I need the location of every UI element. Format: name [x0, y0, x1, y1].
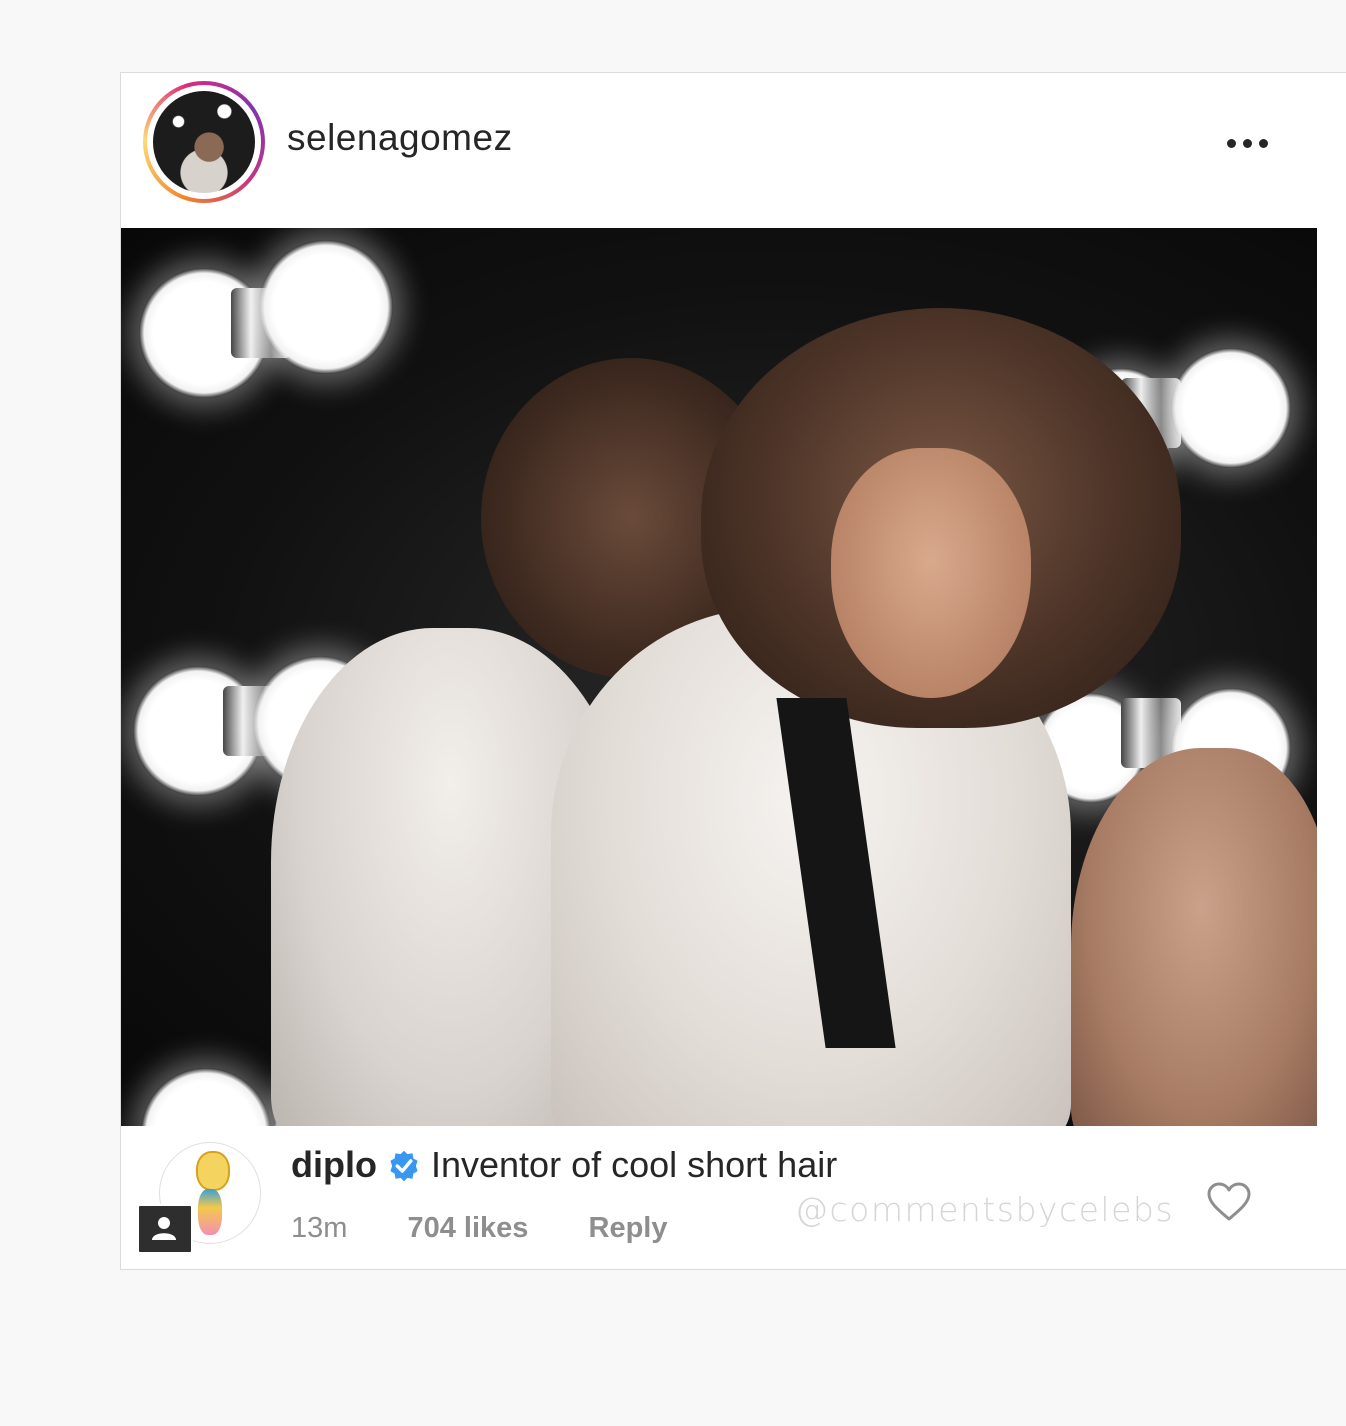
vanity-bulb: [141, 1068, 271, 1126]
comment-text-line: diplo Inventor of cool short hair: [291, 1144, 837, 1186]
more-options-icon[interactable]: [1217, 123, 1277, 163]
verified-badge-icon: [390, 1150, 418, 1182]
more-dot: [1226, 138, 1236, 148]
comment-timestamp: 13m: [291, 1212, 348, 1244]
instagram-post-card: selenagomez diplo Inventor of cool short…: [120, 72, 1346, 1270]
avatar-cartoon-head: [196, 1151, 230, 1191]
post-header: selenagomez: [121, 73, 1346, 228]
person-icon: [152, 1217, 176, 1240]
vanity-bulb: [1171, 348, 1291, 468]
heart-icon[interactable]: [1207, 1182, 1251, 1222]
more-dot: [1242, 138, 1252, 148]
comment-row: diplo Inventor of cool short hair 13m 70…: [121, 1126, 1346, 1271]
post-author-username[interactable]: selenagomez: [287, 117, 513, 159]
subject-face: [831, 448, 1031, 698]
avatar-photo: [153, 91, 255, 193]
reply-button[interactable]: Reply: [589, 1212, 668, 1245]
commenter-username[interactable]: diplo: [291, 1144, 377, 1186]
watermark-text: @commentsbycelebs: [795, 1190, 1175, 1229]
profile-icon: [137, 1204, 193, 1254]
comment-body: Inventor of cool short hair: [430, 1144, 838, 1185]
post-image[interactable]: [121, 228, 1317, 1126]
post-author-avatar[interactable]: [143, 81, 265, 203]
more-dot: [1258, 138, 1268, 148]
comment-likes-count[interactable]: 704 likes: [407, 1212, 528, 1245]
avatar-cartoon-body: [198, 1189, 222, 1235]
comment-meta: 13m 704 likes Reply: [291, 1212, 667, 1245]
vanity-bulb: [259, 240, 393, 374]
subject-leg: [1071, 748, 1317, 1126]
